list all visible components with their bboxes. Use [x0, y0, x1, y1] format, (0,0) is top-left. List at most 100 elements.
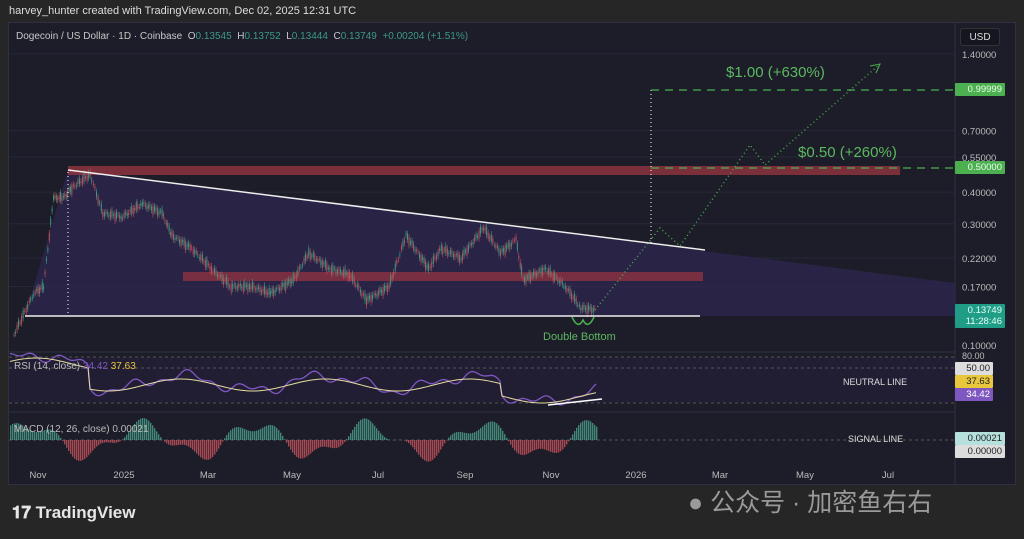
macd-histogram-bar: [370, 421, 372, 440]
candle-body: [167, 222, 169, 227]
candle-body: [120, 215, 122, 220]
macd-histogram-bar: [466, 433, 468, 440]
candle-body: [458, 254, 460, 263]
candle-body: [254, 288, 256, 290]
close-label: C: [333, 31, 341, 42]
candle-body: [468, 245, 470, 251]
candle-body: [92, 183, 94, 185]
macd-histogram-bar: [496, 423, 498, 440]
macd-histogram-bar: [388, 439, 390, 440]
candle-body: [155, 207, 157, 212]
macd-histogram-bar: [290, 440, 292, 450]
macd-histogram-bar: [320, 440, 322, 448]
candle-body: [527, 276, 529, 278]
macd-histogram-bar: [340, 440, 342, 446]
candle-body: [397, 259, 399, 261]
macd-histogram-bar: [448, 437, 450, 440]
macd-histogram-bar: [468, 433, 470, 440]
macd-histogram-bar: [344, 440, 346, 442]
macd-histogram-bar: [256, 430, 258, 440]
macd-histogram-bar: [68, 440, 70, 452]
macd-histogram-bar: [168, 440, 170, 445]
candle-body: [564, 285, 566, 289]
candle-body: [218, 275, 220, 278]
candle-body: [537, 271, 539, 274]
candle-body: [329, 268, 331, 270]
candle-body: [112, 214, 114, 216]
macd-histogram-bar: [296, 440, 298, 457]
candle-body: [289, 279, 291, 286]
candle-body: [457, 252, 459, 260]
candle-body: [134, 208, 136, 211]
candle-body: [144, 203, 146, 207]
candle-body: [522, 278, 524, 280]
candle-body: [298, 266, 300, 270]
projection-arrow-icon: [869, 63, 881, 74]
currency-button[interactable]: USD: [960, 28, 1000, 46]
candle-body: [530, 273, 532, 282]
high-value: 0.13752: [244, 31, 281, 42]
macd-histogram-bar: [156, 431, 158, 440]
macd-histogram-bar: [518, 440, 520, 454]
rsi-legend: RSI (14, close) 34.42 37.63: [14, 361, 136, 372]
candle-body: [400, 246, 402, 250]
macd-histogram-bar: [372, 423, 374, 440]
macd-histogram-bar: [490, 421, 492, 440]
macd-histogram-bar: [230, 430, 232, 440]
time-tick: Jul: [882, 470, 894, 481]
candle-body: [335, 269, 337, 274]
candle-body: [554, 272, 556, 280]
resistance-zone-050: [68, 166, 900, 175]
candle-body: [189, 244, 191, 251]
candle-body: [393, 271, 395, 277]
candle-body: [34, 292, 36, 294]
candle-body: [283, 282, 285, 288]
macd-histogram-bar: [560, 440, 562, 452]
chart-canvas[interactable]: 1.400000.700000.550000.400000.300000.220…: [0, 0, 1024, 539]
candle-body: [569, 288, 571, 296]
macd-histogram-bar: [438, 440, 440, 453]
candle-body: [411, 240, 413, 246]
candle-body: [394, 263, 396, 271]
macd-histogram-bar: [80, 440, 82, 461]
candle-body: [428, 263, 430, 271]
candle-body: [177, 237, 179, 239]
candle-body: [549, 267, 551, 275]
candle-body: [475, 234, 477, 239]
candle-body: [227, 280, 229, 288]
candle-body: [206, 258, 208, 267]
candle-body: [45, 258, 47, 261]
macd-histogram-bar: [406, 440, 408, 442]
candle-body: [285, 281, 287, 291]
candle-body: [592, 308, 594, 313]
candle-body: [176, 237, 178, 239]
macd-histogram-bar: [308, 440, 310, 456]
macd-label: MACD (12, 26, close): [14, 424, 110, 435]
candle-body: [147, 204, 149, 209]
candle-body: [212, 270, 214, 272]
candle-body: [140, 203, 142, 206]
candle-body: [125, 211, 127, 215]
candle-body: [200, 254, 202, 261]
macd-histogram-bar: [522, 440, 524, 456]
macd-histogram-bar: [440, 440, 442, 450]
candle-body: [567, 288, 569, 291]
macd-histogram-bar: [292, 440, 294, 453]
candle-body: [305, 254, 307, 261]
candle-body: [528, 272, 530, 280]
macd-histogram-bar: [126, 434, 128, 440]
macd-histogram-bar: [486, 423, 488, 440]
candle-body: [67, 190, 69, 196]
macd-histogram-bar: [334, 440, 336, 449]
candle-body: [271, 288, 273, 294]
candle-body: [137, 203, 139, 210]
rsi-tag-value: 34.42: [955, 388, 993, 401]
macd-histogram-bar: [476, 431, 478, 440]
macd-histogram-bar: [224, 438, 226, 440]
candle-body: [339, 269, 341, 273]
candle-body: [498, 248, 500, 254]
candle-body: [318, 259, 320, 261]
candle-body: [86, 175, 88, 181]
candle-body: [448, 253, 450, 255]
candle-body: [506, 245, 508, 250]
